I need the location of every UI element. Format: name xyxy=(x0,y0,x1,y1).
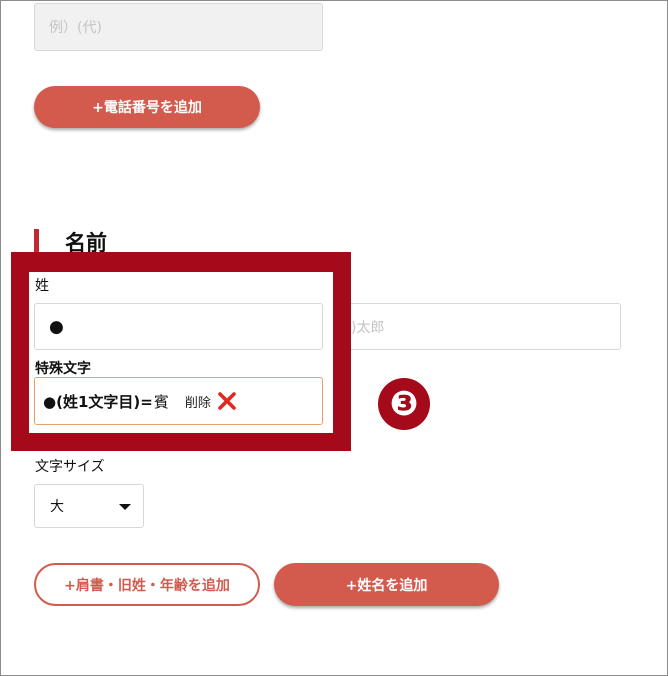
add-title-button[interactable]: +肩書・旧姓・年齢を追加 xyxy=(34,563,260,606)
last-name-label: 姓 xyxy=(35,278,49,294)
special-char-kanji: 賓 xyxy=(153,392,169,411)
delete-link[interactable]: 削除 xyxy=(185,392,211,411)
special-char-label: 特殊文字 xyxy=(35,361,91,377)
step-number-badge: ❸ xyxy=(378,378,430,430)
font-size-label: 文字サイズ xyxy=(35,459,105,475)
last-name-value: ● xyxy=(49,316,64,337)
add-name-button[interactable]: +姓名を追加 xyxy=(274,563,499,606)
special-char-field[interactable]: ●(姓1文字目)= 賓 削除 xyxy=(34,377,323,425)
page-frame: 例）(代) +電話番号を追加 名前 例)太郎 姓 ● 特殊文字 ●(姓1文字目)… xyxy=(0,0,668,676)
add-phone-button[interactable]: +電話番号を追加 xyxy=(34,86,260,128)
close-x-icon[interactable] xyxy=(217,391,237,411)
special-char-value: ●(姓1文字目)= xyxy=(43,392,153,411)
font-size-selected: 大 xyxy=(50,499,64,515)
phone-input-placeholder: 例）(代) xyxy=(49,20,102,36)
phone-input[interactable]: 例）(代) xyxy=(34,3,323,51)
last-name-input[interactable]: ● xyxy=(34,303,323,350)
chevron-down-icon xyxy=(119,504,131,510)
step-number: ❸ xyxy=(389,384,419,424)
font-size-select[interactable]: 大 xyxy=(34,484,144,528)
first-name-input[interactable]: 例)太郎 xyxy=(322,303,621,350)
